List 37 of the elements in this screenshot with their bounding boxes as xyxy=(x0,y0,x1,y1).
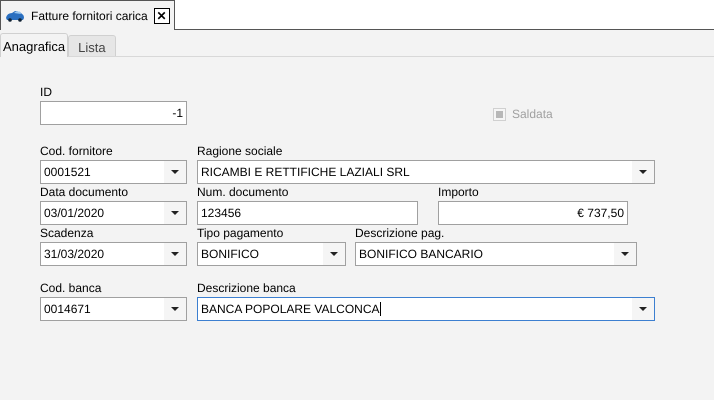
checkbox-label: Saldata xyxy=(512,106,553,123)
dropdown-field[interactable]: 31/03/2020 xyxy=(40,242,187,266)
field-label: ID xyxy=(40,84,53,101)
input-field[interactable]: -1 xyxy=(40,101,187,125)
field-label: Cod. fornitore xyxy=(40,143,114,160)
dropdown-field[interactable]: 0001521 xyxy=(40,160,187,184)
dropdown-field[interactable]: RICAMBI E RETTIFICHE LAZIALI SRL xyxy=(197,160,655,184)
car-icon xyxy=(5,10,25,22)
dropdown-field[interactable]: 03/01/2020 xyxy=(40,201,187,225)
field-label: Ragione sociale xyxy=(197,143,284,160)
dropdown-arrow-icon[interactable] xyxy=(171,211,179,215)
field-label: Cod. banca xyxy=(40,280,102,297)
field-label: Descrizione pag. xyxy=(355,225,446,242)
dropdown-arrow-icon[interactable] xyxy=(330,252,338,256)
dropdown-arrow-icon[interactable] xyxy=(171,170,179,174)
field-label: Descrizione banca xyxy=(197,280,297,297)
field-label: Num. documento xyxy=(197,184,290,201)
dropdown-arrow-icon[interactable] xyxy=(639,307,647,311)
dropdown-field[interactable]: BONIFICO BANCARIO xyxy=(355,242,637,266)
field-label: Importo xyxy=(438,184,480,201)
input-field[interactable]: 123456 xyxy=(197,201,418,225)
dropdown-arrow-icon[interactable] xyxy=(171,307,179,311)
field-label: Tipo pagamento xyxy=(197,225,284,242)
close-button[interactable]: ✕ xyxy=(154,8,170,24)
tab[interactable]: Lista xyxy=(68,35,116,56)
document-tab[interactable]: Fatture fornitori carica ✕ xyxy=(0,0,175,30)
dropdown-arrow-icon[interactable] xyxy=(639,170,647,174)
dropdown-field[interactable]: BONIFICO xyxy=(197,242,346,266)
dropdown-arrow-icon[interactable] xyxy=(621,252,629,256)
dropdown-field[interactable]: 0014671 xyxy=(40,297,187,321)
input-field[interactable]: € 737,50 xyxy=(438,201,628,225)
dropdown-field[interactable]: BANCA POPOLARE VALCONCA xyxy=(197,297,655,321)
tab-title: Fatture fornitori carica xyxy=(31,8,148,24)
tab[interactable]: Anagrafica xyxy=(0,33,68,57)
field-label: Scadenza xyxy=(40,225,94,242)
field-label: Data documento xyxy=(40,184,130,201)
dropdown-arrow-icon[interactable] xyxy=(171,252,179,256)
